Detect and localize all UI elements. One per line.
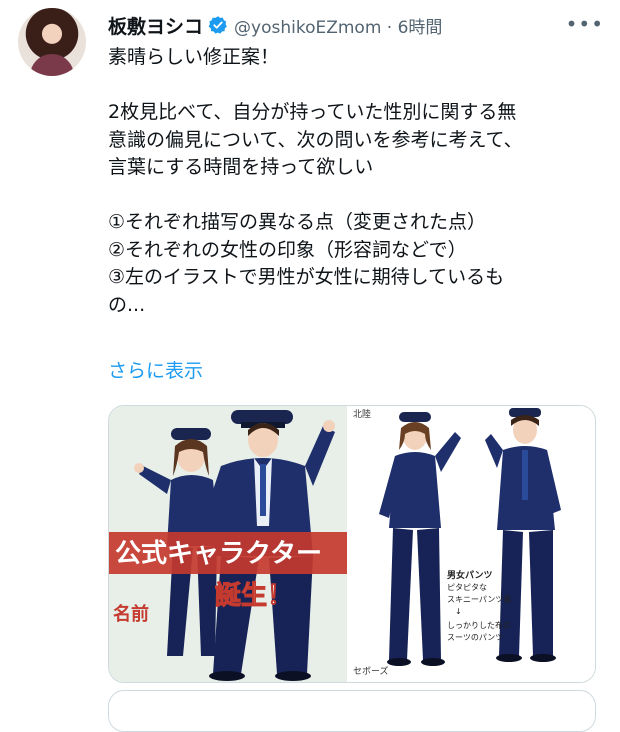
show-more-link[interactable]: さらに表示	[108, 356, 203, 383]
author-handle[interactable]: @yoshikoEZmom · 6時間	[234, 13, 442, 38]
media-illustration: 公式キャラクター 誕生！ 名前 北陸 セボーズ 男女パンツ ピタピタな スキニー…	[109, 406, 595, 682]
name-label: 名前	[113, 603, 149, 625]
left-image[interactable]: 公式キャラクター 誕生！ 名前	[109, 406, 347, 682]
right-image[interactable]: 北陸 セボーズ 男女パンツ ピタピタな スキニーパンツ風 ↓ しっかりした布の …	[351, 406, 595, 682]
corner-label-top: 北陸	[353, 408, 371, 420]
tweet-media[interactable]: 公式キャラクター 誕生！ 名前 北陸 セボーズ 男女パンツ ピタピタな スキニー…	[108, 405, 596, 683]
text-line	[108, 182, 608, 210]
annotation-line: しっかりした布の	[447, 620, 511, 630]
author-name[interactable]: 板敷ヨシコ	[108, 12, 203, 39]
more-options-icon[interactable]: •••	[566, 12, 604, 36]
tweet-text: 素晴らしい修正案！ 2枚見比べて、自分が持っていた性別に関する無 意識の偏見につ…	[108, 44, 608, 319]
annotation-line: ↓	[455, 607, 462, 616]
text-line: ②それぞれの女性の印象（形容詞などで）	[108, 238, 467, 261]
banner-line1: 公式キャラクター	[115, 539, 322, 569]
next-card-preview[interactable]	[108, 690, 596, 732]
author-avatar[interactable]	[18, 8, 86, 76]
text-line: ③左のイラストで男性が女性に期待しているも	[108, 266, 505, 288]
handle-text: @yoshikoEZmom	[234, 17, 382, 38]
text-line: 2枚見比べて、自分が持っていた性別に関する無	[108, 101, 517, 123]
tweet-header: 板敷ヨシコ @yoshikoEZmom · 6時間 •••	[108, 10, 606, 40]
text-line: 素晴らしい修正案！	[108, 46, 280, 68]
banner-line2: 誕生！	[215, 581, 293, 611]
separator-dot: ·	[386, 17, 393, 38]
text-line: ①それぞれ描写の異なる点（変更された点）	[108, 211, 487, 233]
annotation-line: スーツのパンツ	[447, 633, 503, 642]
corner-label-bottom: セボーズ	[353, 665, 389, 677]
tweet-timestamp[interactable]: 6時間	[398, 18, 443, 38]
text-line: 意識の偏見について、次の問いを参考に考えて、	[108, 128, 523, 151]
annotation-line: スキニーパンツ風	[447, 595, 511, 604]
annotation-line: ピタピタな	[447, 583, 487, 592]
annotation-title: 男女パンツ	[447, 569, 492, 581]
media-divider	[347, 406, 351, 682]
avatar-shirt	[30, 54, 74, 76]
text-line: の...	[108, 293, 146, 316]
verified-badge-icon	[208, 16, 227, 34]
text-line	[108, 72, 608, 100]
text-line: 言葉にする時間を持って欲しい	[108, 156, 374, 178]
